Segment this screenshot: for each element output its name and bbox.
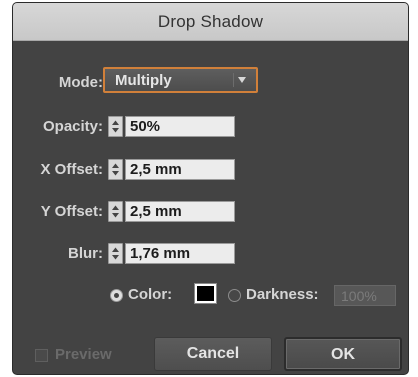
drop-shadow-dialog: Drop Shadow Mode: Multiply Opacity: 50% … <box>13 3 408 374</box>
x-offset-stepper[interactable] <box>108 159 123 180</box>
blur-stepper[interactable] <box>108 243 123 264</box>
blur-value: 1,76 mm <box>130 245 191 262</box>
blur-field[interactable]: 1,76 mm <box>125 243 235 264</box>
mode-label: Mode: <box>58 74 103 91</box>
x-offset-field[interactable]: 2,5 mm <box>125 159 235 180</box>
shadow-color-swatch[interactable] <box>194 283 217 304</box>
stepper-arrows-icon <box>112 120 119 133</box>
y-offset-stepper[interactable] <box>108 201 123 222</box>
darkness-value: 100% <box>341 288 377 304</box>
color-radio[interactable] <box>110 289 123 302</box>
stepper-arrows-icon <box>112 247 119 260</box>
swatch-fill <box>197 286 214 301</box>
y-offset-label: Y Offset: <box>40 203 103 220</box>
opacity-label: Opacity: <box>42 118 103 135</box>
ok-button[interactable]: OK <box>284 337 402 371</box>
opacity-stepper[interactable] <box>108 116 123 137</box>
x-offset-value: 2,5 mm <box>130 161 182 178</box>
stepper-arrows-icon <box>112 163 119 176</box>
title-bar[interactable]: Drop Shadow <box>13 3 408 41</box>
darkness-label: Darkness: <box>246 286 319 303</box>
mode-dropdown[interactable]: Multiply <box>103 67 258 93</box>
chevron-down-icon <box>233 73 250 87</box>
x-offset-label: X Offset: <box>40 161 103 178</box>
preview-label: Preview <box>55 346 112 363</box>
preview-checkbox[interactable] <box>35 349 48 362</box>
darkness-field: 100% <box>334 285 396 306</box>
dialog-title: Drop Shadow <box>157 12 264 31</box>
blur-label: Blur: <box>68 245 103 262</box>
stepper-arrows-icon <box>112 205 119 218</box>
mode-dropdown-value: Multiply <box>115 72 172 89</box>
y-offset-field[interactable]: 2,5 mm <box>125 201 235 222</box>
opacity-field[interactable]: 50% <box>125 116 235 137</box>
darkness-radio[interactable] <box>228 289 241 302</box>
opacity-value: 50% <box>130 118 161 135</box>
cancel-button[interactable]: Cancel <box>154 337 272 371</box>
color-label: Color: <box>128 286 173 303</box>
y-offset-value: 2,5 mm <box>130 203 182 220</box>
